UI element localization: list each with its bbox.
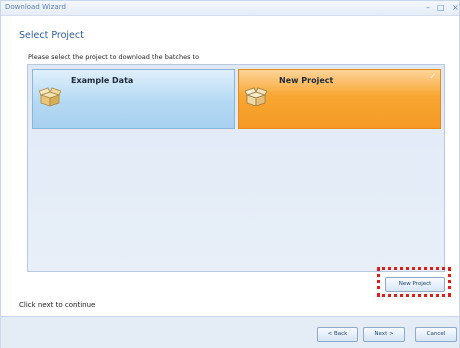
checkmark-icon: ✓	[429, 72, 436, 81]
minimize-button[interactable]: –	[426, 2, 430, 13]
new-project-button[interactable]: New Project	[385, 277, 445, 292]
box-icon	[245, 87, 267, 107]
project-name: Example Data	[71, 76, 134, 85]
box-icon	[39, 87, 61, 107]
cancel-button[interactable]: Cancel	[415, 327, 457, 342]
page-title: Select Project	[19, 30, 84, 41]
maximize-button[interactable]: □	[437, 2, 445, 13]
title-bar: Download Wizard – □ ×	[1, 1, 459, 16]
project-list: Example Data New Project ✓	[27, 64, 445, 272]
next-button[interactable]: Next >	[363, 327, 405, 342]
project-tile-example-data[interactable]: Example Data	[32, 69, 235, 129]
back-button[interactable]: < Back	[317, 327, 358, 342]
project-name: New Project	[279, 76, 334, 85]
download-wizard-window: Download Wizard – □ × Select Project Ple…	[0, 0, 460, 348]
footer-hint: Click next to continue	[19, 301, 96, 309]
close-button[interactable]: ×	[452, 2, 459, 13]
instruction-text: Please select the project to download th…	[28, 53, 200, 61]
window-title: Download Wizard	[5, 3, 66, 11]
button-bar: < Back Next > Cancel	[1, 316, 459, 348]
project-tile-new-project[interactable]: New Project ✓	[238, 69, 441, 129]
